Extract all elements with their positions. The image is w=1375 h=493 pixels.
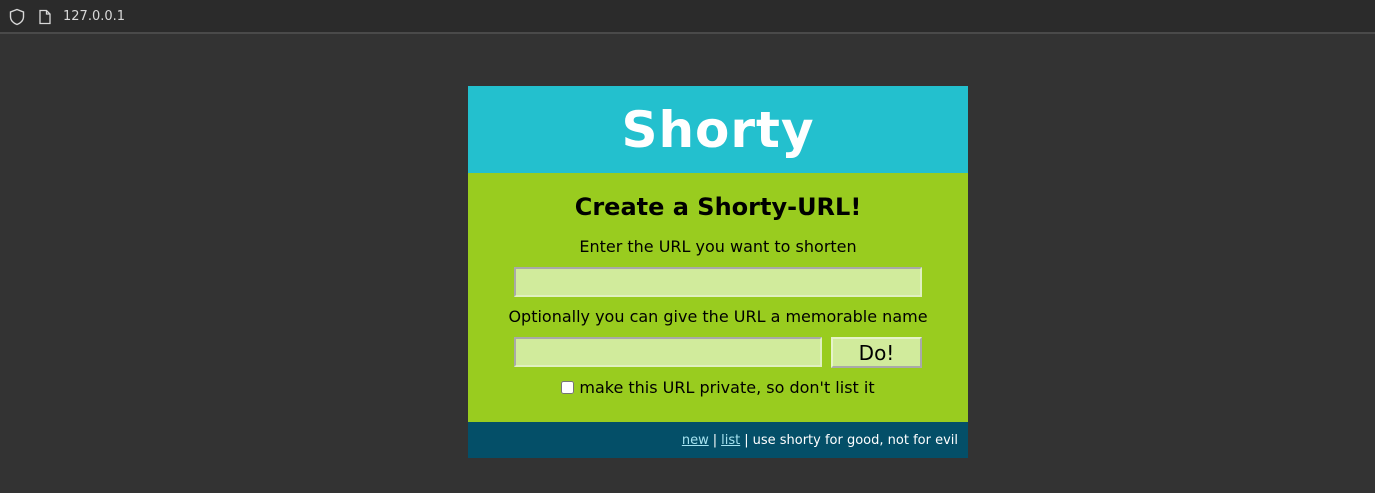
name-input[interactable] [514, 337, 822, 367]
footer: new | list | use shorty for good, not fo… [468, 422, 968, 458]
list-link[interactable]: list [721, 433, 740, 448]
create-form: Create a Shorty-URL! Enter the URL you w… [468, 173, 968, 422]
form-heading: Create a Shorty-URL! [574, 193, 862, 221]
footer-separator-1: | [712, 432, 718, 448]
shield-icon[interactable] [8, 8, 26, 26]
do-button[interactable]: Do! [831, 337, 922, 368]
url-text[interactable]: 127.0.0.1 [63, 9, 125, 24]
name-label: Optionally you can give the URL a memora… [508, 307, 928, 326]
private-checkbox[interactable] [561, 381, 575, 394]
shorty-card: Shorty Create a Shorty-URL! Enter the UR… [468, 86, 968, 458]
private-option[interactable]: make this URL private, so don't list it [468, 378, 968, 397]
footer-separator-2: | [744, 432, 749, 448]
header: Shorty [468, 86, 968, 173]
browser-url-bar[interactable]: 127.0.0.1 [0, 0, 1375, 34]
page-icon [39, 9, 51, 25]
footer-tagline: use shorty for good, not for evil [752, 432, 958, 448]
url-input[interactable] [514, 267, 922, 297]
private-label: make this URL private, so don't list it [579, 378, 875, 397]
new-link[interactable]: new [682, 433, 709, 448]
url-label: Enter the URL you want to shorten [579, 237, 857, 256]
site-title: Shorty [621, 100, 815, 159]
